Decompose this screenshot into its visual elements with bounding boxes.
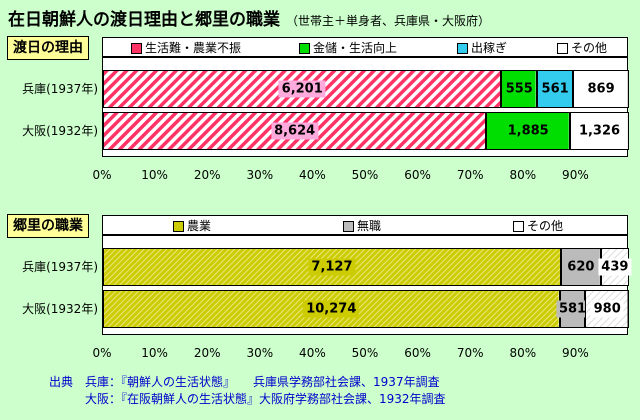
legend-item: その他 xyxy=(513,219,563,233)
x-tick-label: 90% xyxy=(562,168,589,182)
legend-item: 出稼ぎ xyxy=(457,41,507,55)
x-tick-label: 30% xyxy=(246,346,274,360)
bar-segment: 1,326 xyxy=(570,112,629,150)
x-tick-label: 40% xyxy=(299,168,326,182)
legend-item: 生活難・農業不振 xyxy=(131,41,241,55)
plot-area-occupation: 7,127 620 439 10,274 581 980 xyxy=(102,235,632,335)
legend-label: 生活難・農業不振 xyxy=(145,41,242,55)
data-label: 439 xyxy=(598,258,632,276)
category-label: 兵庫(1937年) xyxy=(22,260,98,274)
legend-swatch xyxy=(513,221,524,232)
legend-item: 農業 xyxy=(173,219,211,233)
source-line2: 大阪：『在阪朝鮮人の生活状態』大阪府学務部社会課、1932年調査 xyxy=(85,392,446,406)
legend-swatch xyxy=(457,43,468,54)
x-tick-label: 40% xyxy=(299,346,326,360)
legend-label: 金儲・生活向上 xyxy=(313,41,398,55)
data-label: 10,274 xyxy=(303,300,360,318)
data-label: 869 xyxy=(584,80,618,98)
x-tick-label: 10% xyxy=(141,346,168,360)
plot-area-reason: 6,201 555 561 869 8,624 1,885 1,326 xyxy=(102,57,629,157)
legend-item: 金儲・生活向上 xyxy=(299,41,397,55)
section-title-occupation: 郷里の職業 xyxy=(7,214,89,238)
bar-segment: 6,201 xyxy=(103,70,502,108)
bar-segment: 869 xyxy=(573,70,629,108)
category-label: 大阪(1932年) xyxy=(22,302,98,316)
bar-segment: 620 xyxy=(560,248,601,286)
data-label: 8,624 xyxy=(271,122,319,140)
bar-segment: 581 xyxy=(555,290,590,328)
x-tick-label: 10% xyxy=(141,168,168,182)
legend-swatch xyxy=(557,43,568,54)
data-label: 1,885 xyxy=(504,122,552,140)
legend-swatch xyxy=(173,221,184,232)
bar-segment: 555 xyxy=(501,70,538,108)
category-label: 大阪(1932年) xyxy=(22,124,98,138)
bar-segment: 8,624 xyxy=(103,112,487,150)
bar-segment: 1,885 xyxy=(486,112,571,150)
legend-item: その他 xyxy=(557,41,607,55)
legend-swatch xyxy=(131,43,142,54)
section-title-reason: 渡日の理由 xyxy=(7,36,89,60)
x-tick-label: 80% xyxy=(509,168,537,182)
legend-item: 無職 xyxy=(343,219,381,233)
data-label: 1,326 xyxy=(575,122,624,140)
source-prefix: 出典 xyxy=(49,375,74,389)
bar-segment: 980 xyxy=(585,290,629,328)
chart-title-text: 在日朝鮮人の渡日理由と郷里の職業 xyxy=(8,10,280,30)
x-tick-label: 60% xyxy=(404,168,431,182)
x-tick-label: 70% xyxy=(456,168,484,182)
x-tick-label: 80% xyxy=(509,346,537,360)
bar-segment: 439 xyxy=(598,248,632,286)
bar-segment: 561 xyxy=(537,70,574,108)
data-label: 7,127 xyxy=(308,258,356,276)
legend-label: 出稼ぎ xyxy=(471,41,508,55)
chart-subtitle: （世帯主＋単身者、兵庫県・大阪府） xyxy=(286,14,491,28)
x-tick-label: 0% xyxy=(92,168,112,182)
source-line1: 兵庫：『朝鮮人の生活状態』 兵庫県学務部社会課、1937年調査 xyxy=(85,375,440,389)
x-tick-label: 50% xyxy=(351,168,379,182)
legend-label: 無職 xyxy=(357,219,382,233)
x-tick-label: 70% xyxy=(456,346,484,360)
source-note: 出典 兵庫：『朝鮮人の生活状態』 兵庫県学務部社会課、1937年調査 大阪：『在… xyxy=(49,374,446,408)
x-tick-label: 20% xyxy=(193,168,221,182)
data-label: 561 xyxy=(538,80,572,98)
x-tick-label: 50% xyxy=(351,346,379,360)
bar-segment: 10,274 xyxy=(103,290,560,328)
x-tick-label: 0% xyxy=(92,346,112,360)
legend-label: その他 xyxy=(571,41,608,55)
data-label: 555 xyxy=(502,80,536,98)
data-label: 980 xyxy=(590,300,624,318)
data-label: 620 xyxy=(564,258,598,276)
x-tick-label: 20% xyxy=(193,346,221,360)
category-label: 兵庫(1937年) xyxy=(22,82,98,96)
legend-label: 農業 xyxy=(187,219,212,233)
legend-reason: 生活難・農業不振 金儲・生活向上 出稼ぎ その他 xyxy=(102,37,628,57)
legend-occupation: 農業 無職 その他 xyxy=(102,215,628,235)
data-label: 581 xyxy=(555,300,590,318)
data-label: 6,201 xyxy=(278,80,326,98)
x-tick-label: 60% xyxy=(404,346,431,360)
legend-swatch xyxy=(343,221,354,232)
x-tick-label: 90% xyxy=(562,346,589,360)
legend-label: その他 xyxy=(527,219,564,233)
bar-segment: 7,127 xyxy=(103,248,561,286)
x-tick-label: 30% xyxy=(246,168,274,182)
chart-title: 在日朝鮮人の渡日理由と郷里の職業 （世帯主＋単身者、兵庫県・大阪府） xyxy=(8,5,490,30)
legend-swatch xyxy=(299,43,310,54)
